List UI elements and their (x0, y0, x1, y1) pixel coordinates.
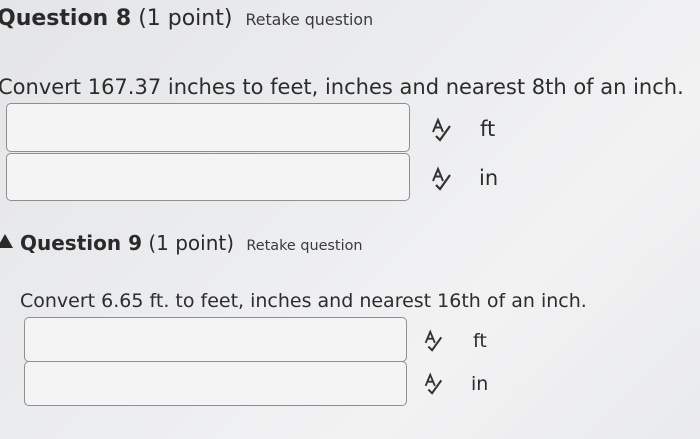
question-8-feet-input[interactable] (6, 103, 410, 152)
question-9-inches-input[interactable] (24, 361, 407, 406)
question-8-title: Question 8 (0, 6, 132, 31)
question-8-inches-unit: in (479, 166, 499, 190)
question-9-feet-unit: ft (473, 330, 487, 352)
question-9-points: (1 point) (148, 231, 235, 255)
question-8-inches-input[interactable] (6, 153, 410, 201)
question-9-inches-unit: in (471, 373, 489, 395)
question-9-feet-input[interactable] (24, 317, 407, 362)
question-9-heading: Question 9 (1 point) Retake question (20, 230, 363, 259)
question-8-feet-unit: ft (480, 117, 496, 141)
warning-icon (0, 233, 14, 249)
question-9-title: Question 9 (20, 231, 142, 255)
question-9-prompt: Convert 6.65 ft. to feet, inches and nea… (20, 290, 587, 312)
question-9-retake-link[interactable]: Retake question (246, 238, 362, 254)
spellcheck-icon[interactable] (428, 166, 454, 192)
question-8-prompt: Convert 167.37 inches to feet, inches an… (0, 75, 684, 99)
question-8-heading: Question 8 (1 point) Retake question (0, 5, 373, 34)
spellcheck-icon[interactable] (421, 329, 445, 353)
question-8-points: (1 point) (138, 6, 233, 31)
question-8-retake-link[interactable]: Retake question (245, 10, 373, 29)
spellcheck-icon[interactable] (421, 372, 445, 396)
spellcheck-icon[interactable] (428, 117, 454, 143)
